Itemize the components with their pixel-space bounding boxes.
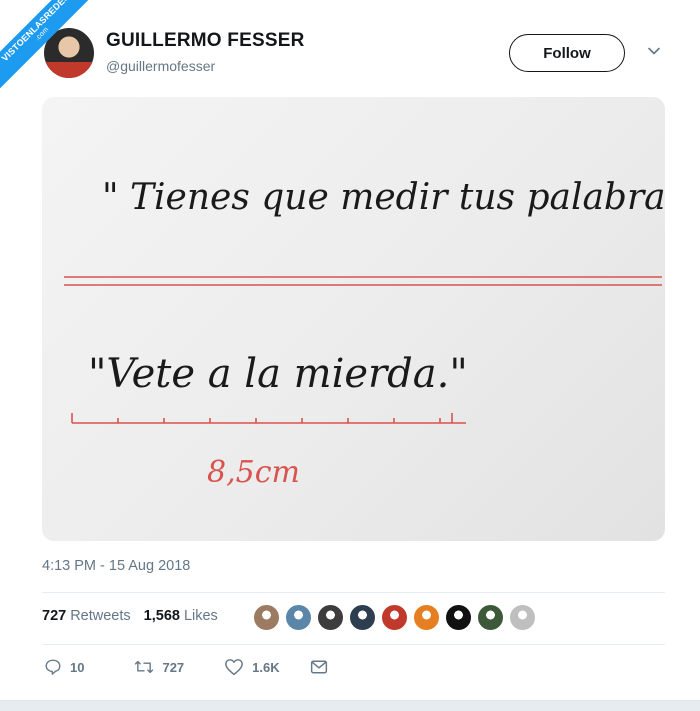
retweet-count: 727	[162, 659, 185, 675]
heart-icon	[225, 659, 244, 676]
tweet-card: VISTOENLASREDES .com GUILLERMO FESSER @g…	[0, 0, 700, 701]
liker-avatar[interactable]	[285, 604, 312, 631]
reply-button[interactable]: 10	[44, 658, 84, 676]
tweet-stats: 727 Retweets 1,568 Likes	[42, 608, 224, 624]
reply-icon	[45, 659, 61, 675]
liker-avatar[interactable]	[253, 604, 280, 631]
liker-avatar[interactable]	[477, 604, 504, 631]
likes-label: Likes	[183, 608, 218, 624]
liker-avatars	[253, 604, 536, 631]
retweet-icon	[135, 660, 154, 674]
likes-count: 1,568	[143, 608, 180, 624]
like-count: 1.6K	[252, 659, 280, 675]
tweet-image[interactable]: " Tienes que medir tus palabras ... " "V…	[42, 97, 665, 541]
liker-avatar[interactable]	[413, 604, 440, 631]
liker-avatar[interactable]	[381, 604, 408, 631]
image-line-1: " Tienes que medir tus palabras ... "	[102, 177, 665, 218]
liker-avatar[interactable]	[445, 604, 472, 631]
direct-message-button[interactable]	[310, 659, 328, 675]
liker-avatar[interactable]	[349, 604, 376, 631]
tweet-actions: 10 727 1.6K	[44, 658, 354, 676]
image-line-2: "Vete a la mierda."	[88, 351, 468, 397]
divider	[42, 644, 665, 645]
follow-button[interactable]: Follow	[509, 34, 625, 72]
divider	[42, 592, 665, 593]
image-measure-label: 8,5cm	[207, 455, 300, 490]
chevron-down-icon[interactable]	[647, 44, 661, 58]
ruler	[71, 413, 466, 424]
author-name[interactable]: GUILLERMO FESSER	[106, 30, 305, 52]
tweet-timestamp[interactable]: 4:13 PM - 15 Aug 2018	[42, 558, 190, 574]
liker-avatar[interactable]	[509, 604, 536, 631]
like-button[interactable]: 1.6K	[224, 658, 280, 676]
envelope-icon	[310, 660, 327, 674]
retweets-label: Retweets	[70, 608, 131, 624]
retweets-count: 727	[42, 608, 67, 624]
retweet-button[interactable]: 727	[134, 658, 184, 676]
reply-count: 10	[70, 659, 85, 675]
liker-avatar[interactable]	[317, 604, 344, 631]
author-handle[interactable]: @guillermofesser	[106, 58, 215, 74]
likes-stat[interactable]: 1,568 Likes	[144, 608, 218, 624]
retweets-stat[interactable]: 727 Retweets	[42, 608, 131, 624]
